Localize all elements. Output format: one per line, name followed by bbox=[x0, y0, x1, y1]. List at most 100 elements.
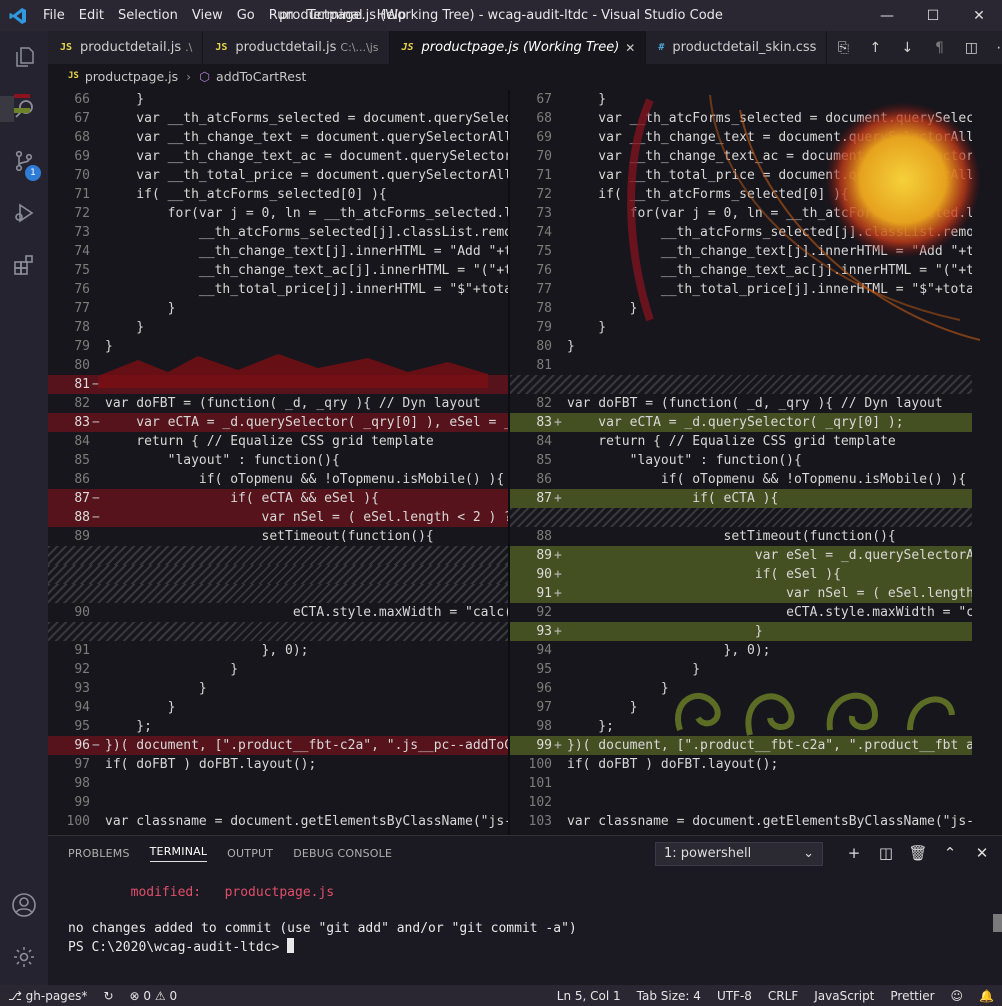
line-number: 70 bbox=[74, 168, 90, 183]
diff-original-editor[interactable]: 66 } 67 var __th_atcForms_selected = docu… bbox=[48, 90, 508, 835]
code-text: var doFBT = (function( _d, _qry ){ // Dy… bbox=[567, 396, 943, 411]
close-window-icon[interactable]: ✕ bbox=[956, 0, 1002, 31]
settings-gear-icon[interactable] bbox=[0, 931, 48, 983]
breadcrumb-symbol[interactable]: addToCartRest bbox=[216, 69, 306, 84]
maximize-icon[interactable]: ☐ bbox=[910, 0, 956, 31]
code-text: var __th_atcForms_selected = document.qu… bbox=[567, 111, 972, 126]
terminal-scrollbar[interactable] bbox=[993, 914, 1002, 932]
warning-icon: ⚠ bbox=[154, 988, 166, 1003]
status-bar: ⎇ gh-pages* ↻ ⊗ 0 ⚠ 0 Ln 5, Col 1 Tab Si… bbox=[0, 985, 1002, 1006]
code-text: })( document, [".product__fbt-c2a", ".pr… bbox=[567, 738, 972, 753]
code-line: 74 __th_atcForms_selected[j].classList.r… bbox=[510, 223, 972, 242]
line-number: 102 bbox=[528, 795, 552, 810]
end-of-line[interactable]: CRLF bbox=[760, 989, 806, 1003]
diff-marker: + bbox=[554, 491, 562, 506]
line-number: 98 bbox=[74, 776, 90, 791]
next-change-icon[interactable]: ↓ bbox=[891, 40, 923, 56]
line-number: 101 bbox=[528, 776, 552, 791]
tab-productdetail-js-local[interactable]: JS productdetail.js .\ bbox=[48, 31, 204, 64]
menu-file[interactable]: File bbox=[36, 0, 72, 31]
scrollbar-thumb[interactable] bbox=[0, 96, 14, 122]
run-debug-icon[interactable] bbox=[0, 187, 48, 239]
line-number: 70 bbox=[536, 149, 552, 164]
code-text: } bbox=[567, 624, 763, 639]
account-icon[interactable] bbox=[0, 879, 48, 931]
code-line: 81 bbox=[510, 356, 972, 375]
split-editor-icon[interactable]: ◫ bbox=[955, 40, 987, 56]
tab-debug-console[interactable]: DEBUG CONSOLE bbox=[293, 847, 392, 860]
formatter-status[interactable]: Prettier bbox=[882, 989, 942, 1003]
line-number: 92 bbox=[536, 605, 552, 620]
line-number: 97 bbox=[74, 757, 90, 772]
tab-problems[interactable]: PROBLEMS bbox=[68, 847, 130, 860]
encoding[interactable]: UTF-8 bbox=[709, 989, 760, 1003]
code-text: for(var j = 0, ln = __th_atcForms_select… bbox=[567, 206, 972, 221]
minimize-icon[interactable]: — bbox=[864, 0, 910, 31]
tab-productpage-js-working-tree[interactable]: JS productpage.js (Working Tree) ✕ bbox=[389, 31, 647, 64]
diff-ins-line: 89 + var eSel = _d.querySelectorAl bbox=[510, 546, 972, 565]
tab-productdetail-js-path[interactable]: JS productdetail.js C:\...\js bbox=[203, 31, 390, 64]
diff-marker: + bbox=[554, 567, 562, 582]
line-number: 81 bbox=[74, 377, 90, 392]
extensions-icon[interactable] bbox=[0, 239, 48, 291]
menu-edit[interactable]: Edit bbox=[72, 0, 111, 31]
menu-help[interactable]: Help bbox=[370, 0, 414, 31]
terminal-select[interactable]: 1: powershell ⌄ bbox=[655, 842, 823, 866]
branch-status[interactable]: ⎇ gh-pages* bbox=[0, 989, 95, 1003]
toggle-whitespace-icon[interactable]: ¶ bbox=[923, 40, 955, 56]
tab-size[interactable]: Tab Size: 4 bbox=[629, 989, 709, 1003]
line-number: 99 bbox=[74, 795, 90, 810]
cursor-position[interactable]: Ln 5, Col 1 bbox=[549, 989, 629, 1003]
code-text: if( doFBT ) doFBT.layout(); bbox=[105, 757, 317, 772]
problems-status[interactable]: ⊗ 0 ⚠ 0 bbox=[122, 989, 186, 1003]
line-number: 81 bbox=[536, 358, 552, 373]
maximize-panel-icon[interactable]: ⌃ bbox=[934, 842, 966, 864]
feedback-icon[interactable]: ☺ bbox=[943, 989, 972, 1003]
line-number: 69 bbox=[536, 130, 552, 145]
code-text: } bbox=[567, 339, 575, 354]
diff-filler-line bbox=[48, 565, 508, 584]
code-line: 73 __th_atcForms_selected[j].classList.r… bbox=[48, 223, 508, 242]
tab-output[interactable]: OUTPUT bbox=[227, 847, 273, 860]
diff-modified-editor[interactable]: 67 } 68 var __th_atcForms_selected = docu… bbox=[510, 90, 972, 835]
diff-del-line: 87− if( eCTA && eSel ){ bbox=[48, 489, 508, 508]
code-line: 88 setTimeout(function(){ bbox=[510, 527, 972, 546]
menu-go[interactable]: Go bbox=[230, 0, 262, 31]
terminal-output[interactable]: modified: productpage.js no changes adde… bbox=[68, 866, 577, 957]
previous-change-icon[interactable]: ↑ bbox=[859, 40, 891, 56]
menu-run[interactable]: Run bbox=[262, 0, 301, 31]
code-line: 94 }, 0); bbox=[510, 641, 972, 660]
sync-icon[interactable]: ↻ bbox=[95, 989, 121, 1003]
line-number: 82 bbox=[536, 396, 552, 411]
line-number: 85 bbox=[536, 453, 552, 468]
line-number: 100 bbox=[528, 757, 552, 772]
notifications-bell-icon[interactable]: 🔔 bbox=[971, 989, 1002, 1003]
code-text: } bbox=[105, 301, 176, 316]
tab-productdetail-skin-css[interactable]: # productdetail_skin.css bbox=[646, 31, 828, 64]
menu-terminal[interactable]: Terminal bbox=[301, 0, 370, 31]
code-text: var __th_change_text = document.querySel… bbox=[105, 130, 508, 145]
line-number: 83 bbox=[536, 415, 552, 430]
more-actions-icon[interactable]: ⋯ bbox=[987, 40, 1002, 56]
diff-marker: + bbox=[554, 415, 562, 430]
split-terminal-icon[interactable]: ◫ bbox=[870, 842, 902, 864]
open-file-icon[interactable]: ⎘ bbox=[827, 40, 859, 56]
code-text: if( oTopmenu && !oTopmenu.isMobile() ){ bbox=[567, 472, 967, 487]
breadcrumb-file[interactable]: productpage.js bbox=[85, 69, 178, 84]
source-control-icon[interactable]: 1 bbox=[0, 135, 48, 187]
menu-selection[interactable]: Selection bbox=[111, 0, 185, 31]
new-terminal-icon[interactable]: + bbox=[838, 842, 870, 864]
close-panel-icon[interactable]: ✕ bbox=[966, 842, 998, 864]
branch-name: gh-pages* bbox=[25, 988, 88, 1003]
code-line: 68 var __th_atcForms_selected = document… bbox=[510, 109, 972, 128]
tab-terminal[interactable]: TERMINAL bbox=[149, 845, 208, 862]
code-text: var classname = document.getElementsByCl… bbox=[567, 814, 972, 829]
explorer-icon[interactable] bbox=[0, 31, 48, 83]
kill-terminal-icon[interactable]: 🗑 bbox=[902, 842, 934, 864]
close-tab-icon[interactable]: ✕ bbox=[625, 41, 635, 55]
code-line: 102 bbox=[510, 793, 972, 812]
code-text: __th_atcForms_selected[j].classList.remo… bbox=[567, 225, 972, 240]
menu-view[interactable]: View bbox=[185, 0, 230, 31]
language-mode[interactable]: JavaScript bbox=[806, 989, 882, 1003]
line-number: 89 bbox=[74, 529, 90, 544]
